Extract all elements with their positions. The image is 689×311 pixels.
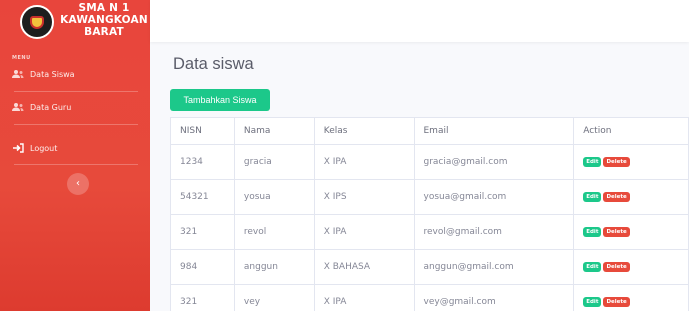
cell-kelas: X IPS (313, 179, 415, 215)
cell-email: vey@gmail.com (413, 284, 575, 311)
sidebar-item-data-guru[interactable]: Data Guru (12, 100, 71, 114)
delete-button[interactable]: Delete (603, 262, 630, 272)
cell-nisn: 321 (170, 214, 235, 250)
logout-icon (12, 143, 24, 153)
column-header-nama: Nama (233, 117, 315, 145)
topbar (150, 0, 689, 42)
sidebar-item-logout[interactable]: Logout (12, 141, 57, 155)
brand-line-1: SMA N 1 (78, 2, 130, 14)
cell-nama: gracia (233, 144, 315, 180)
sidebar-toggle-button[interactable]: ‹ (67, 173, 89, 195)
cell-email: anggun@gmail.com (413, 249, 575, 285)
sidebar-item-data-siswa[interactable]: Data Siswa (12, 67, 75, 81)
brand-name: SMA N 1 KAWANGKOAN BARAT (58, 2, 150, 38)
users-icon (12, 69, 24, 79)
table-row: 1234 gracia X IPA gracia@gmail.com Edit … (170, 144, 689, 180)
column-header-action: Action (573, 117, 689, 145)
sidebar-divider (14, 124, 138, 125)
cell-nisn: 1234 (170, 144, 235, 180)
school-logo-icon (20, 5, 54, 39)
cell-email: revol@gmail.com (413, 214, 575, 250)
users-icon (12, 102, 24, 112)
table-header-row: NISN Nama Kelas Email Action (170, 117, 689, 145)
sidebar-divider (14, 164, 138, 165)
cell-action: Edit Delete (573, 284, 689, 311)
add-student-button[interactable]: Tambahkan Siswa (170, 89, 270, 111)
cell-nisn: 984 (170, 249, 235, 285)
column-header-kelas: Kelas (313, 117, 415, 145)
table-row: 984 anggun X BAHASA anggun@gmail.com Edi… (170, 249, 689, 285)
table-row: 321 revol X IPA revol@gmail.com Edit Del… (170, 214, 689, 250)
cell-nama: vey (233, 284, 315, 311)
cell-action: Edit Delete (573, 144, 689, 180)
cell-action: Edit Delete (573, 249, 689, 285)
cell-action: Edit Delete (573, 179, 689, 215)
delete-button[interactable]: Delete (603, 192, 630, 202)
cell-nisn: 54321 (170, 179, 235, 215)
cell-kelas: X IPA (313, 284, 415, 311)
sidebar-item-label: Logout (30, 143, 58, 153)
cell-email: gracia@gmail.com (413, 144, 575, 180)
brand-line-3: BARAT (84, 26, 124, 38)
brand-line-2: KAWANGKOAN (60, 14, 148, 26)
delete-button[interactable]: Delete (603, 227, 630, 237)
edit-button[interactable]: Edit (583, 192, 602, 202)
column-header-email: Email (413, 117, 575, 145)
brand[interactable]: SMA N 1 KAWANGKOAN BARAT (0, 0, 150, 42)
cell-kelas: X IPA (313, 144, 415, 180)
cell-action: Edit Delete (573, 214, 689, 250)
cell-kelas: X IPA (313, 214, 415, 250)
table-row: 321 vey X IPA vey@gmail.com Edit Delete (170, 284, 689, 311)
cell-nama: revol (233, 214, 315, 250)
sidebar-item-label: Data Siswa (30, 69, 75, 79)
sidebar-divider (14, 91, 138, 92)
delete-button[interactable]: Delete (603, 297, 630, 307)
cell-nisn: 321 (170, 284, 235, 311)
table-row: 54321 yosua X IPS yosua@gmail.com Edit D… (170, 179, 689, 215)
cell-nama: anggun (233, 249, 315, 285)
edit-button[interactable]: Edit (583, 297, 602, 307)
edit-button[interactable]: Edit (583, 227, 602, 237)
cell-nama: yosua (233, 179, 315, 215)
menu-heading: MENU (12, 55, 31, 61)
edit-button[interactable]: Edit (583, 262, 602, 272)
sidebar: SMA N 1 KAWANGKOAN BARAT MENU Data Siswa… (0, 0, 150, 311)
page-title: Data siswa (173, 55, 254, 73)
cell-kelas: X BAHASA (313, 249, 415, 285)
chevron-left-icon: ‹ (76, 178, 80, 189)
delete-button[interactable]: Delete (603, 157, 630, 167)
column-header-nisn: NISN (170, 117, 235, 145)
cell-email: yosua@gmail.com (413, 179, 575, 215)
sidebar-item-label: Data Guru (30, 102, 72, 112)
students-table: NISN Nama Kelas Email Action 1234 gracia… (170, 117, 689, 311)
edit-button[interactable]: Edit (583, 157, 602, 167)
